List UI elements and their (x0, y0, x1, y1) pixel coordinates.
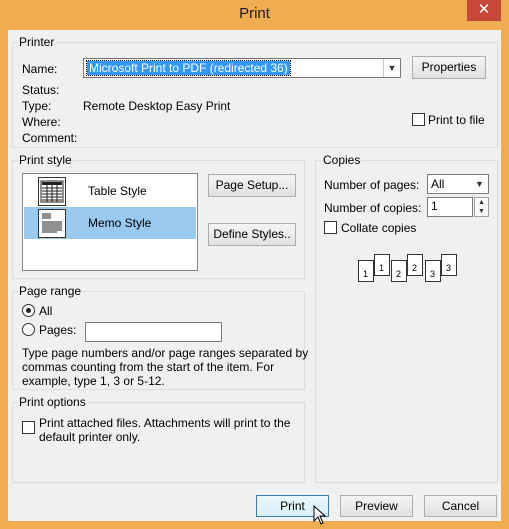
table-style-icon (38, 177, 66, 206)
help-line: example, type 1, 3 or 5-12. (22, 374, 165, 388)
preview-button[interactable]: Preview (340, 495, 413, 517)
collate-copies-checkbox[interactable] (324, 221, 337, 234)
print-dialog: Print ✕ Printer Name: Microsoft Print to… (0, 0, 509, 529)
copies-spinner[interactable]: ▲ ▼ (474, 197, 489, 217)
pages-input[interactable] (85, 322, 222, 342)
status-label: Status: (22, 83, 60, 97)
where-label: Where: (22, 115, 61, 129)
spin-up-icon[interactable]: ▲ (475, 198, 488, 207)
page-range-group-label: Page range (18, 284, 83, 298)
close-button[interactable]: ✕ (467, 0, 501, 21)
collate-page-front: 3 (425, 260, 441, 282)
title-bar: Print ✕ (0, 0, 509, 30)
number-of-copies-label: Number of copies: (324, 201, 422, 215)
print-style-group-label: Print style (18, 153, 73, 167)
number-of-pages-dropdown[interactable]: All ▼ (427, 174, 489, 194)
collate-page-back: 1 (374, 254, 390, 276)
type-value: Remote Desktop Easy Print (83, 99, 231, 113)
print-attached-files-checkbox[interactable] (22, 421, 35, 434)
pages-radio-label[interactable]: Pages: (39, 323, 76, 337)
printer-name-dropdown[interactable]: Microsoft Print to PDF (redirected 36) ▼ (83, 58, 401, 78)
help-line: Type page numbers and/or page ranges sep… (22, 346, 309, 360)
collate-copies-label[interactable]: Collate copies (341, 221, 416, 235)
collate-page-front: 1 (358, 260, 374, 282)
printer-name-value: Microsoft Print to PDF (redirected 36) (86, 60, 291, 76)
page-setup-button[interactable]: Page Setup... (208, 174, 296, 197)
page-range-help: Type page numbers and/or page ranges sep… (22, 346, 308, 388)
name-label: Name: (22, 62, 58, 76)
pages-radio[interactable] (22, 323, 35, 336)
all-radio-label[interactable]: All (39, 304, 52, 318)
style-item-label: Table Style (88, 184, 147, 198)
print-style-list[interactable]: Table Style Memo Style (22, 173, 198, 271)
print-attached-files-label[interactable]: Print attached files. Attachments will p… (39, 416, 290, 444)
define-styles-button[interactable]: Define Styles.. (208, 223, 296, 246)
collate-page-back: 2 (407, 254, 423, 276)
memo-style-icon (38, 209, 66, 238)
copies-group-label: Copies (322, 153, 362, 167)
print-to-file-label[interactable]: Print to file (428, 113, 485, 127)
mouse-cursor-icon (313, 505, 327, 525)
number-of-pages-value: All (431, 177, 445, 191)
help-line: commas counting from the start of the it… (22, 360, 275, 374)
print-options-group-label: Print options (18, 395, 87, 409)
spin-down-icon[interactable]: ▼ (475, 207, 488, 216)
all-radio[interactable] (22, 304, 35, 317)
dialog-body: Printer Name: Microsoft Print to PDF (re… (8, 30, 501, 521)
print-to-file-checkbox[interactable] (412, 113, 425, 126)
chevron-down-icon[interactable]: ▼ (383, 59, 400, 77)
comment-label: Comment: (22, 131, 78, 145)
number-of-pages-label: Number of pages: (324, 178, 420, 192)
type-label: Type: (22, 99, 52, 113)
properties-button[interactable]: Properties (412, 56, 486, 79)
style-item-label: Memo Style (88, 216, 152, 230)
style-item-table[interactable]: Table Style (24, 175, 196, 207)
style-item-memo[interactable]: Memo Style (24, 207, 196, 239)
number-of-copies-input[interactable]: 1 (427, 197, 473, 217)
cancel-button[interactable]: Cancel (424, 495, 497, 517)
window-title: Print (239, 5, 270, 22)
printer-group-label: Printer (18, 35, 56, 49)
chevron-down-icon[interactable]: ▼ (471, 175, 488, 193)
collate-page-front: 2 (391, 260, 407, 282)
collate-page-back: 3 (441, 254, 457, 276)
